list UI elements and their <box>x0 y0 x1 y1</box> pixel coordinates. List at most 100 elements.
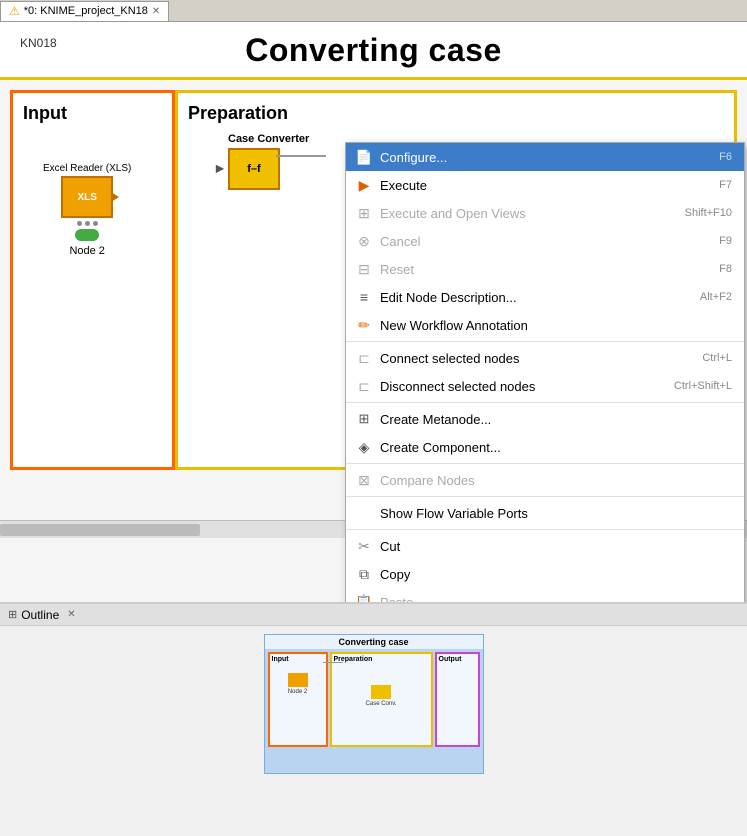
preview-input-label: Input <box>270 654 326 665</box>
menu-label-configure: Configure... <box>380 150 699 165</box>
compare-icon: ⊠ <box>354 470 374 490</box>
menu-label-compare: Compare Nodes <box>380 473 732 488</box>
tab-close-button[interactable]: ✕ <box>152 6 160 17</box>
node-dot-3 <box>93 221 98 226</box>
connect-icon: ⊏ <box>354 348 374 368</box>
menu-label-connect: Connect selected nodes <box>380 351 682 366</box>
menu-label-cancel: Cancel <box>380 234 699 249</box>
context-menu: 📄 Configure... F6 ▶ Execute F7 ⊞ Execute… <box>345 142 745 602</box>
preview-connector <box>323 662 343 663</box>
tab-knime-project[interactable]: ⚠ *0: KNIME_project_KN18 ✕ <box>0 1 169 21</box>
preview-prep-box: Preparation Case Conv. <box>330 652 433 747</box>
node-converter-box[interactable]: f–f <box>228 148 280 190</box>
node-converter-sub: f–f <box>247 163 260 175</box>
menu-separator-2 <box>346 402 744 403</box>
node-case-converter[interactable]: Case Converter f–f <box>228 133 309 190</box>
menu-item-configure[interactable]: 📄 Configure... F6 <box>346 143 744 171</box>
preview-converter-label: Case Conv. <box>332 701 431 707</box>
menu-shortcut-execute-views: Shift+F10 <box>685 207 732 219</box>
cancel-icon: ⊗ <box>354 231 374 251</box>
node-dot-2 <box>85 221 90 226</box>
menu-item-execute-views: ⊞ Execute and Open Views Shift+F10 <box>346 199 744 227</box>
new-annotation-icon: ✏ <box>354 315 374 335</box>
menu-label-cut: Cut <box>380 539 732 554</box>
node-excel-box[interactable]: XLS <box>61 176 113 218</box>
menu-item-connect[interactable]: ⊏ Connect selected nodes Ctrl+L <box>346 344 744 372</box>
section-input-label: Input <box>23 103 162 124</box>
menu-item-compare: ⊠ Compare Nodes <box>346 466 744 494</box>
show-flow-icon <box>354 503 374 523</box>
menu-item-execute[interactable]: ▶ Execute F7 <box>346 171 744 199</box>
menu-separator-1 <box>346 341 744 342</box>
node2-label: Node 2 <box>43 245 131 257</box>
preview-prep-label: Preparation <box>332 654 431 665</box>
tab-bar: ⚠ *0: KNIME_project_KN18 ✕ <box>0 0 747 22</box>
node-dot-1 <box>77 221 82 226</box>
menu-separator-3 <box>346 463 744 464</box>
section-preparation-label: Preparation <box>188 103 724 124</box>
outline-content: Converting case Input Node 2 Preparation… <box>0 626 747 782</box>
outline-close-button[interactable]: ✕ <box>67 609 75 620</box>
execute-views-icon: ⊞ <box>354 203 374 223</box>
menu-shortcut-reset: F8 <box>719 263 732 275</box>
menu-item-paste: 📋 Paste <box>346 588 744 602</box>
menu-item-show-flow[interactable]: Show Flow Variable Ports <box>346 499 744 527</box>
menu-label-disconnect: Disconnect selected nodes <box>380 379 654 394</box>
preview-output-label: Output <box>437 654 478 665</box>
menu-item-cancel: ⊗ Cancel F9 <box>346 227 744 255</box>
preview-title: Converting case <box>265 635 483 649</box>
menu-label-edit-desc: Edit Node Description... <box>380 290 680 305</box>
node-excel-dots <box>43 221 131 226</box>
menu-item-edit-desc[interactable]: ≡ Edit Node Description... Alt+F2 <box>346 283 744 311</box>
page-title: Converting case <box>20 32 727 69</box>
menu-item-cut[interactable]: ✂ Cut <box>346 532 744 560</box>
menu-label-create-meta: Create Metanode... <box>380 412 732 427</box>
node-excel-reader[interactable]: Excel Reader (XLS) XLS Node 2 <box>43 163 131 257</box>
edit-desc-icon: ≡ <box>354 287 374 307</box>
scrollbar-thumb[interactable] <box>0 524 200 536</box>
menu-label-show-flow: Show Flow Variable Ports <box>380 506 732 521</box>
execute-icon: ▶ <box>354 175 374 195</box>
bottom-panel: ⊞ Outline ✕ Converting case Input Node 2… <box>0 602 747 780</box>
menu-item-disconnect[interactable]: ⊏ Disconnect selected nodes Ctrl+Shift+L <box>346 372 744 400</box>
kn-id: KN018 <box>20 36 57 50</box>
menu-label-execute: Execute <box>380 178 699 193</box>
canvas-area: KN018 Converting case Input Excel Reader… <box>0 22 747 602</box>
connector-line <box>276 155 326 157</box>
menu-shortcut-cancel: F9 <box>719 235 732 247</box>
preview-converter-node <box>371 685 391 699</box>
menu-item-create-meta[interactable]: ⊞ Create Metanode... <box>346 405 744 433</box>
cut-icon: ✂ <box>354 536 374 556</box>
menu-shortcut-configure: F6 <box>719 151 732 163</box>
menu-shortcut-disconnect: Ctrl+Shift+L <box>674 380 732 392</box>
section-input: Input Excel Reader (XLS) XLS Node 2 <box>10 90 175 470</box>
preview-node-label: Node 2 <box>270 689 326 695</box>
tab-label: *0: KNIME_project_KN18 <box>24 5 148 17</box>
menu-item-reset: ⊟ Reset F8 <box>346 255 744 283</box>
copy-icon: ⧉ <box>354 564 374 584</box>
menu-item-create-component[interactable]: ◈ Create Component... <box>346 433 744 461</box>
menu-shortcut-execute: F7 <box>719 179 732 191</box>
menu-item-copy[interactable]: ⧉ Copy <box>346 560 744 588</box>
outline-icon: ⊞ <box>8 608 17 621</box>
outline-tab: ⊞ Outline ✕ <box>0 604 747 626</box>
reset-icon: ⊟ <box>354 259 374 279</box>
disconnect-icon: ⊏ <box>354 376 374 396</box>
preview-excel-node <box>288 673 308 687</box>
configure-icon: 📄 <box>354 147 374 167</box>
menu-separator-4 <box>346 496 744 497</box>
menu-label-create-component: Create Component... <box>380 440 732 455</box>
title-section: KN018 Converting case <box>0 22 747 80</box>
outline-preview: Converting case Input Node 2 Preparation… <box>264 634 484 774</box>
node-excel-label: Excel Reader (XLS) <box>43 163 131 174</box>
menu-label-reset: Reset <box>380 262 699 277</box>
menu-item-new-annotation[interactable]: ✏ New Workflow Annotation <box>346 311 744 339</box>
outline-label: Outline <box>21 608 59 622</box>
paste-icon: 📋 <box>354 592 374 602</box>
menu-label-paste: Paste <box>380 595 732 603</box>
menu-label-copy: Copy <box>380 567 732 582</box>
preview-output-box: Output <box>435 652 480 747</box>
node-excel-toggle[interactable] <box>75 229 99 241</box>
preview-sections: Input Node 2 Preparation Case Conv. Outp… <box>265 649 483 759</box>
menu-shortcut-edit-desc: Alt+F2 <box>700 291 732 303</box>
